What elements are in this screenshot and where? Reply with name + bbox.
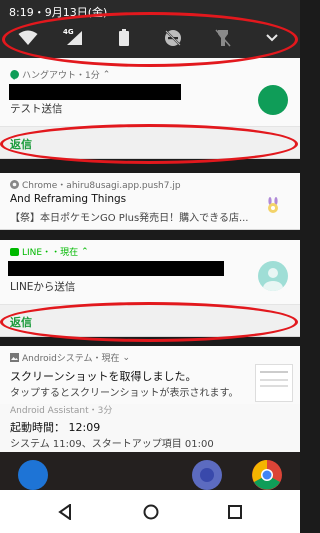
- annotation-ellipse: [0, 302, 298, 342]
- notification-body: テスト送信: [10, 103, 63, 115]
- chevron-up-icon[interactable]: ⌃: [103, 70, 111, 80]
- image-icon: [10, 353, 19, 362]
- home-icon[interactable]: [143, 504, 159, 520]
- notification-screenshot[interactable]: Androidシステム・現在 ⌄ スクリーンショットを取得しました。 タップする…: [0, 346, 300, 404]
- notification-body: 【祭】本日ポケモンGO Plus発売日！購入できる店...: [10, 213, 249, 224]
- app-name: Androidシステム・現在: [22, 354, 120, 364]
- notification-title: 起動時間： 12:09: [10, 421, 101, 434]
- chrome-icon: [10, 180, 19, 189]
- line-icon: [10, 247, 19, 256]
- notification-title: スクリーンショットを取得しました。: [10, 370, 197, 383]
- chrome-app-icon[interactable]: [252, 460, 282, 490]
- notification-assistant[interactable]: Android Assistant・3分 起動時間： 12:09 システム 11…: [0, 404, 300, 452]
- redacted-sender: [8, 261, 224, 276]
- notification-title: And Reframing Things: [10, 193, 127, 205]
- chevron-down-icon[interactable]: ⌄: [123, 353, 131, 363]
- notification-header: LINE・・現在 ⌃: [10, 245, 89, 258]
- camera-icon[interactable]: [192, 460, 222, 490]
- recents-icon[interactable]: [228, 505, 242, 519]
- annotation-ellipse: [2, 12, 298, 67]
- notification-header: Android Assistant・3分: [10, 403, 112, 416]
- notification-body: システム 11:09、スタートアップ項目 01:00: [10, 439, 214, 450]
- notification-header: Chrome・ahiru8usagi.app.push7.jp: [10, 178, 181, 191]
- notification-body: タップするとスクリーンショットが表示されます。: [10, 388, 239, 399]
- back-icon[interactable]: [58, 504, 72, 520]
- rabbit-icon: [268, 197, 278, 213]
- redacted-sender: [9, 84, 181, 100]
- phone-icon[interactable]: [18, 460, 48, 490]
- avatar: [258, 85, 288, 115]
- screenshot-thumbnail: [255, 364, 293, 402]
- notification-body: LINEから送信: [10, 281, 76, 293]
- app-name: ハングアウト・1分: [22, 71, 100, 81]
- chevron-up-icon[interactable]: ⌃: [81, 247, 89, 257]
- app-name: Chrome・ahiru8usagi.app.push7.jp: [22, 181, 181, 191]
- notification-header: ハングアウト・1分 ⌃: [10, 68, 110, 81]
- divider: [0, 229, 300, 230]
- avatar: [258, 261, 288, 291]
- home-dock: [0, 452, 300, 490]
- hangouts-icon: [10, 69, 19, 80]
- app-name: Android Assistant・3分: [10, 406, 113, 416]
- navigation-bar: [0, 490, 300, 533]
- notification-header: Androidシステム・現在 ⌄: [10, 351, 130, 364]
- annotation-ellipse: [0, 124, 298, 164]
- notification-chrome[interactable]: Chrome・ahiru8usagi.app.push7.jp And Refr…: [0, 173, 300, 229]
- app-name: LINE・・現在: [22, 248, 79, 258]
